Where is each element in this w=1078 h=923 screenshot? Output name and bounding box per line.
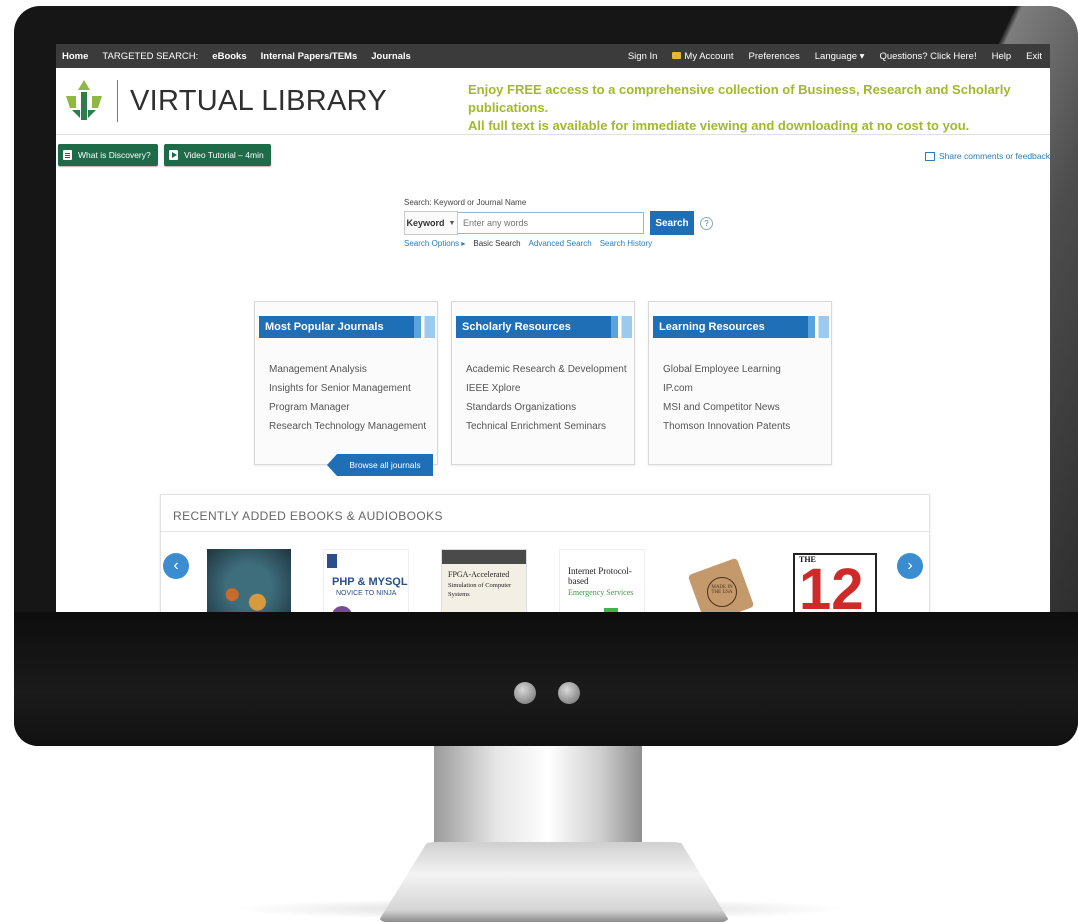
brand-title: VIRTUAL LIBRARY: [130, 85, 388, 117]
help-icon[interactable]: ?: [700, 216, 713, 230]
brand-bar: VIRTUAL LIBRARY Enjoy FREE access to a c…: [56, 68, 1050, 135]
nav-exit[interactable]: Exit: [1026, 51, 1042, 62]
card-list: Academic Research & Development IEEE Xpl…: [466, 360, 627, 436]
search-type-value: Keyword: [406, 218, 445, 228]
video-tutorial-label: Video Tutorial – 4min: [184, 150, 264, 160]
screen: Home TARGETED SEARCH: eBooks Internal Pa…: [56, 44, 1050, 612]
tagline: Enjoy FREE access to a comprehensive col…: [468, 81, 1050, 135]
folder-icon: [672, 52, 682, 60]
divider: [161, 531, 929, 532]
list-item[interactable]: MSI and Competitor News: [663, 398, 790, 417]
book-cover[interactable]: MADE IN THE USA: [677, 549, 761, 612]
tagline-line-1: Enjoy FREE access to a comprehensive col…: [468, 82, 1011, 115]
list-item[interactable]: Global Employee Learning: [663, 360, 790, 379]
cover-art: [604, 608, 618, 612]
play-icon: [169, 150, 178, 160]
carousel-prev-button[interactable]: ‹: [163, 553, 189, 579]
share-feedback-link[interactable]: Share comments or feedback: [924, 151, 1050, 161]
browse-all-journals-button[interactable]: Browse all journals: [337, 454, 433, 476]
list-item[interactable]: Standards Organizations: [466, 398, 627, 417]
card-list: Management Analysis Insights for Senior …: [269, 360, 426, 436]
card-title: Scholarly Resources: [456, 316, 632, 338]
nav-help[interactable]: Help: [992, 51, 1012, 62]
nav-home[interactable]: Home: [62, 51, 88, 62]
card-title: Learning Resources: [653, 316, 829, 338]
what-is-discovery-label: What is Discovery?: [78, 150, 151, 160]
book-title: MADE IN THE USA: [711, 585, 733, 595]
card-popular-journals: Most Popular Journals Management Analysi…: [254, 301, 438, 476]
nav-right: Sign In My Account Preferences Language …: [628, 51, 1050, 62]
nav-preferences[interactable]: Preferences: [749, 51, 800, 62]
book-subtitle: Simulation of Computer Systems: [448, 582, 512, 598]
list-item[interactable]: Research Technology Management: [269, 417, 426, 436]
search-area: Search: Keyword or Journal Name Keyword ▼…: [404, 198, 713, 248]
search-links: Search Options ▸ Basic Search Advanced S…: [404, 239, 713, 248]
list-item[interactable]: Technical Enrichment Seminars: [466, 417, 627, 436]
book-title: Internet Protocol-based: [568, 566, 632, 586]
nav-sign-in[interactable]: Sign In: [628, 51, 658, 62]
nav-journals[interactable]: Journals: [371, 51, 411, 62]
nav-left: Home TARGETED SEARCH: eBooks Internal Pa…: [56, 51, 411, 62]
chevron-down-icon: ▼: [448, 219, 456, 227]
list-item[interactable]: Insights for Senior Management: [269, 379, 426, 398]
nav-targeted-search: TARGETED SEARCH:: [102, 50, 199, 62]
book-title: PHP & MYSQL: [332, 576, 408, 588]
cover-art: [332, 606, 352, 612]
book-cover[interactable]: PHP & MYSQL NOVICE TO NINJA: [323, 549, 409, 612]
publisher-badge: [327, 554, 337, 568]
top-navigation: Home TARGETED SEARCH: eBooks Internal Pa…: [56, 44, 1050, 68]
monitor-base: [378, 842, 730, 922]
book-subtitle: Emergency Services: [568, 588, 634, 597]
book-cover[interactable]: [207, 549, 291, 612]
book-subtitle: NOVICE TO NINJA: [336, 590, 397, 597]
list-item[interactable]: Management Analysis: [269, 360, 426, 379]
card-learning-resources: Learning Resources Global Employee Learn…: [648, 301, 832, 465]
button-row: What is Discovery? Video Tutorial – 4min…: [56, 135, 1050, 175]
list-item[interactable]: Program Manager: [269, 398, 426, 417]
advanced-search-link[interactable]: Advanced Search: [529, 239, 592, 248]
card-title: Most Popular Journals: [259, 316, 435, 338]
search-input[interactable]: [458, 212, 644, 234]
card-scholarly-resources: Scholarly Resources Academic Research & …: [451, 301, 635, 465]
nav-internal-papers[interactable]: Internal Papers/TEMs: [261, 51, 358, 62]
nav-my-account-label: My Account: [684, 50, 734, 62]
tagline-line-2: All full text is available for immediate…: [468, 118, 970, 133]
card-list: Global Employee Learning IP.com MSI and …: [663, 360, 790, 436]
search-options-link[interactable]: Search Options ▸: [404, 239, 465, 248]
nav-language[interactable]: Language ▾: [815, 51, 865, 62]
logo-divider: [117, 80, 118, 122]
list-item[interactable]: Thomson Innovation Patents: [663, 417, 790, 436]
book-subtitle: 12: [799, 557, 864, 613]
book-cover[interactable]: Internet Protocol-based Emergency Servic…: [559, 549, 645, 612]
share-feedback-label: Share comments or feedback: [938, 151, 1050, 161]
search-label: Search: Keyword or Journal Name: [404, 198, 527, 207]
monitor-led-left: [514, 682, 536, 704]
carousel-next-button[interactable]: ›: [897, 553, 923, 579]
document-icon: [63, 150, 72, 160]
search-history-link[interactable]: Search History: [600, 239, 652, 248]
basic-search-link[interactable]: Basic Search: [473, 239, 520, 248]
recently-added-title: RECENTLY ADDED EBOOKS & AUDIOBOOKS: [173, 509, 443, 523]
book-cover[interactable]: FPGA-Accelerated Simulation of Computer …: [441, 549, 527, 612]
monitor-led-right: [558, 682, 580, 704]
nav-questions[interactable]: Questions? Click Here!: [879, 51, 976, 62]
search-row: Keyword▼ Search ?: [404, 211, 713, 235]
list-item[interactable]: IP.com: [663, 379, 790, 398]
logo-icon[interactable]: [64, 78, 104, 122]
list-item[interactable]: IEEE Xplore: [466, 379, 627, 398]
monitor-chin: [14, 612, 1078, 746]
comment-icon: [924, 151, 935, 161]
what-is-discovery-button[interactable]: What is Discovery?: [58, 144, 158, 166]
book-title: FPGA-Accelerated: [448, 570, 510, 579]
cover-band: [442, 550, 526, 564]
book-cover[interactable]: THE 12: [793, 549, 877, 612]
recently-added-carousel: RECENTLY ADDED EBOOKS & AUDIOBOOKS ‹ › P…: [160, 494, 930, 612]
nav-ebooks[interactable]: eBooks: [212, 51, 246, 62]
search-type-select[interactable]: Keyword ▼: [404, 211, 458, 235]
search-button[interactable]: Search: [650, 211, 694, 235]
video-tutorial-button[interactable]: Video Tutorial – 4min: [164, 144, 271, 166]
nav-my-account[interactable]: My Account: [672, 50, 734, 62]
list-item[interactable]: Academic Research & Development: [466, 360, 627, 379]
